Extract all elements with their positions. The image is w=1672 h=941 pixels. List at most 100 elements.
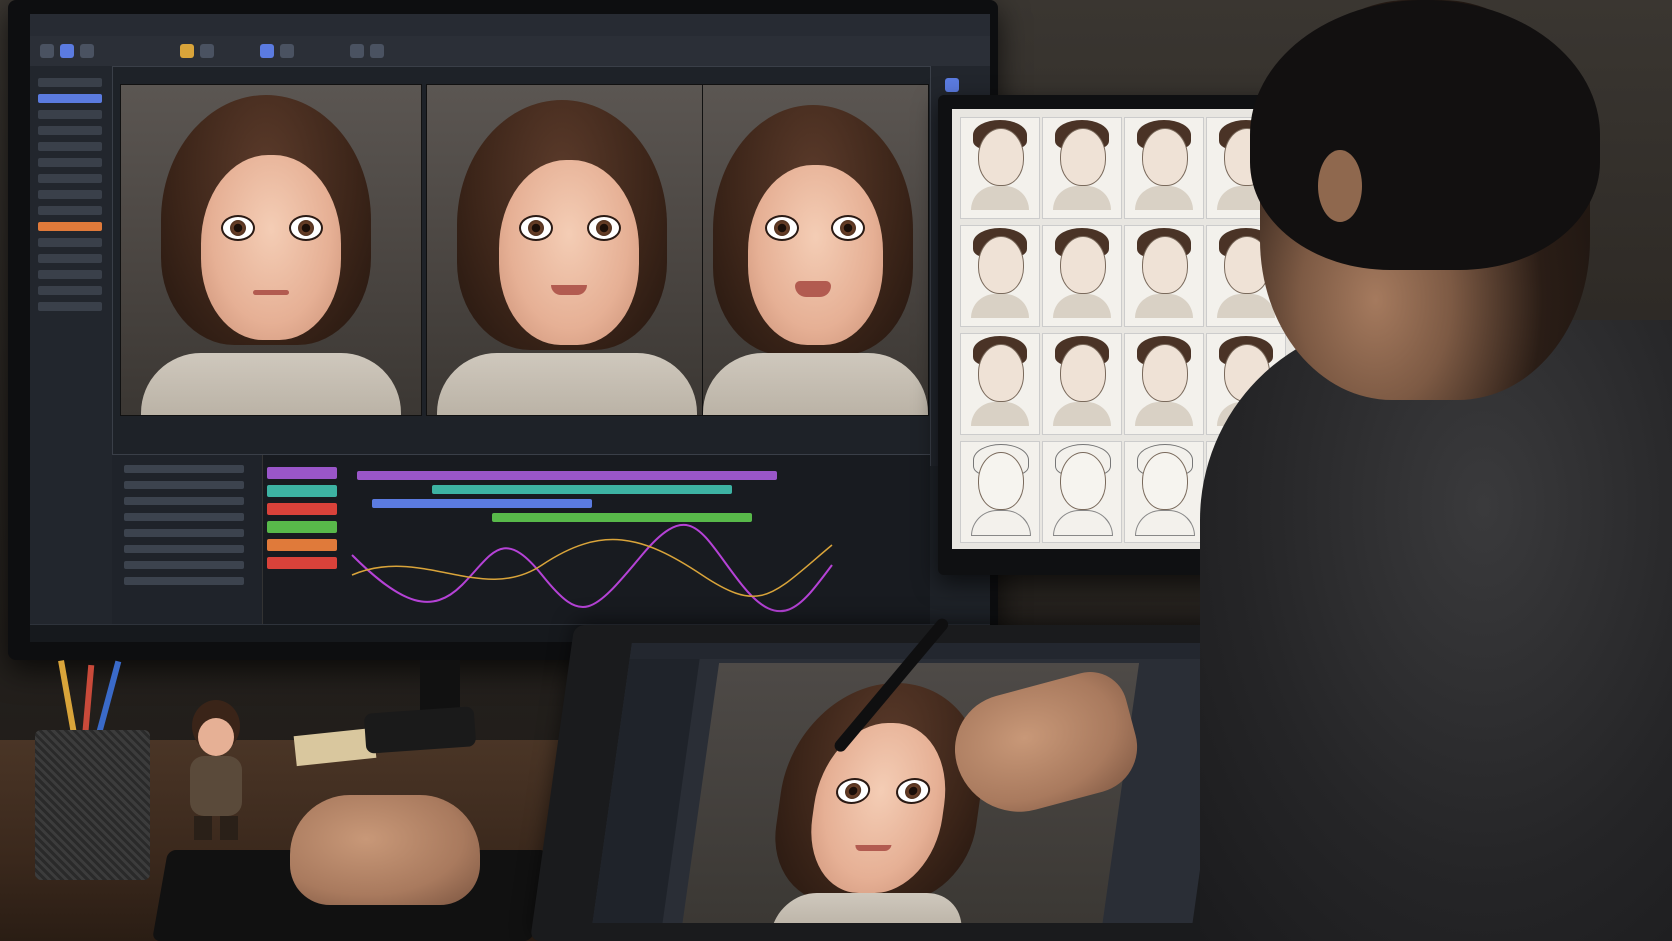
track-label[interactable] [124, 465, 244, 473]
person-hair [1250, 0, 1600, 270]
character-face [748, 165, 883, 345]
outliner-item[interactable] [38, 78, 102, 87]
character-mouth [854, 845, 892, 851]
character-eye [587, 215, 621, 241]
sketch-shirt [971, 402, 1029, 426]
track-label[interactable] [124, 529, 244, 537]
animation-curve[interactable] [342, 515, 842, 615]
expression-cell [1124, 441, 1204, 543]
outliner-item[interactable] [38, 254, 102, 263]
toolbar-button[interactable] [180, 44, 194, 58]
tablet-tool-panel[interactable] [592, 659, 700, 923]
phone [363, 706, 477, 754]
character-eye [221, 215, 255, 241]
animation-track[interactable] [267, 539, 337, 551]
outliner-item[interactable] [38, 126, 102, 135]
sketch-shirt [971, 294, 1029, 318]
outliner-item[interactable] [38, 222, 102, 231]
character-shirt [437, 353, 697, 415]
animation-track[interactable] [267, 521, 337, 533]
outliner-item[interactable] [38, 158, 102, 167]
sketch-shirt [1135, 402, 1193, 426]
character-mouth [551, 285, 587, 295]
tablet-screen[interactable] [592, 643, 1232, 923]
character-shirt [141, 353, 401, 415]
character-eye [831, 215, 865, 241]
track-label[interactable] [124, 545, 244, 553]
outliner-item[interactable] [38, 238, 102, 247]
character-mouth [253, 290, 289, 295]
track-label[interactable] [124, 497, 244, 505]
pencils [55, 660, 135, 741]
animation-track[interactable] [267, 467, 337, 479]
outliner-item[interactable] [38, 142, 102, 151]
character-eye [765, 215, 799, 241]
character-mouth [795, 281, 831, 297]
toolbar-button[interactable] [350, 44, 364, 58]
expression-cell [1042, 225, 1122, 327]
main-monitor [8, 0, 998, 660]
character-viewport-2[interactable] [426, 84, 728, 416]
sketch-face [1060, 344, 1106, 402]
sketch-face [1060, 128, 1106, 186]
person-ear [1318, 150, 1362, 222]
sketch-face [1060, 452, 1106, 510]
toolbar-button[interactable] [40, 44, 54, 58]
outliner-item[interactable] [38, 206, 102, 215]
toolbar-button[interactable] [60, 44, 74, 58]
outliner-item[interactable] [38, 174, 102, 183]
timeline-graph-editor[interactable] [112, 454, 930, 625]
animation-track[interactable] [267, 557, 337, 569]
sketch-shirt [971, 186, 1029, 210]
character-shirt [703, 353, 928, 415]
sketch-shirt [1053, 402, 1111, 426]
character-face [201, 155, 341, 340]
track-label[interactable] [124, 577, 244, 585]
pen-display-tablet[interactable] [530, 625, 1305, 941]
outliner-item[interactable] [38, 286, 102, 295]
outliner-item[interactable] [38, 270, 102, 279]
animation-track[interactable] [267, 485, 337, 497]
track-label[interactable] [124, 513, 244, 521]
character-face [499, 160, 639, 345]
sketch-shirt [1217, 294, 1275, 318]
toolbar-button[interactable] [200, 44, 214, 58]
character-viewport-1[interactable] [120, 84, 422, 416]
sketch-shirt [1053, 294, 1111, 318]
sketch-face [1142, 236, 1188, 294]
outliner-item[interactable] [38, 94, 102, 103]
animation-track[interactable] [267, 503, 337, 515]
outliner-item[interactable] [38, 190, 102, 199]
outliner-item[interactable] [38, 110, 102, 119]
toolbar-button[interactable] [260, 44, 274, 58]
tool-icon[interactable] [945, 78, 959, 92]
toolbar-button[interactable] [80, 44, 94, 58]
sketch-shirt [1053, 510, 1113, 536]
character-shirt [771, 893, 967, 923]
track-list [112, 455, 263, 625]
expression-cell [1124, 117, 1204, 219]
expression-cell [960, 225, 1040, 327]
track-label[interactable] [124, 561, 244, 569]
sketch-face [1142, 128, 1188, 186]
toolbar-button[interactable] [280, 44, 294, 58]
expression-cell [1042, 333, 1122, 435]
keyframe-bar[interactable] [432, 485, 732, 494]
toolbar-button[interactable] [370, 44, 384, 58]
sketch-shirt [1053, 186, 1111, 210]
keyframe-bar[interactable] [372, 499, 592, 508]
sketch-face [978, 452, 1024, 510]
character-viewport-3[interactable] [702, 84, 929, 416]
sketch-face [978, 344, 1024, 402]
track-label[interactable] [124, 481, 244, 489]
left-hand [290, 795, 480, 905]
outliner-item[interactable] [38, 302, 102, 311]
expression-cell [1124, 333, 1204, 435]
character-eye [289, 215, 323, 241]
menu-bar[interactable] [30, 14, 990, 37]
expression-cell [960, 333, 1040, 435]
sketch-face [1142, 452, 1188, 510]
keyframe-bar[interactable] [357, 471, 777, 480]
sketch-face [978, 236, 1024, 294]
expression-cell [960, 117, 1040, 219]
